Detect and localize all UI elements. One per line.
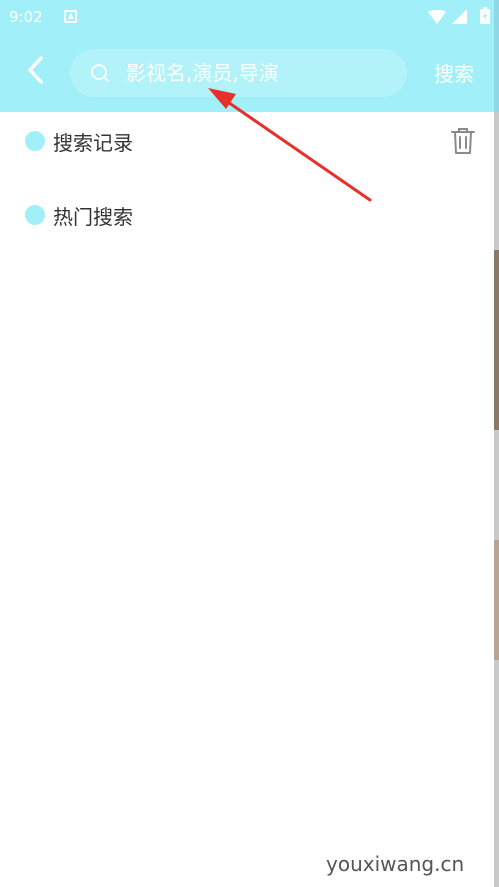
chevron-left-icon xyxy=(28,56,43,84)
bullet-dot-icon xyxy=(25,131,45,151)
search-button[interactable]: 搜索 xyxy=(424,58,484,88)
status-bar: 9:02 xyxy=(0,0,494,32)
hot-search-header: 热门搜索 xyxy=(0,195,494,235)
battery-icon xyxy=(480,7,490,24)
back-button[interactable] xyxy=(18,50,54,90)
watermark: youxiwang.cn xyxy=(326,852,465,876)
wifi-icon xyxy=(428,10,446,24)
search-history-header: 搜索记录 xyxy=(0,121,494,161)
header: 9:02 影视名,演员,导演 搜索 xyxy=(0,0,494,112)
search-icon xyxy=(91,64,109,82)
status-time: 9:02 xyxy=(9,8,43,26)
search-input[interactable] xyxy=(126,57,396,89)
toolbar: 搜索 xyxy=(0,32,494,112)
trash-icon[interactable] xyxy=(450,127,476,155)
adjacent-screen-edge xyxy=(494,0,499,887)
notification-app-icon xyxy=(64,10,77,23)
search-box[interactable] xyxy=(70,49,407,97)
hot-search-title: 热门搜索 xyxy=(53,205,133,229)
search-screen: 9:02 影视名,演员,导演 搜索 搜索记录 热门搜索 youxiwang.cn xyxy=(0,0,499,887)
signal-icon xyxy=(452,9,467,24)
search-history-title: 搜索记录 xyxy=(53,131,133,155)
bullet-dot-icon xyxy=(25,205,45,225)
